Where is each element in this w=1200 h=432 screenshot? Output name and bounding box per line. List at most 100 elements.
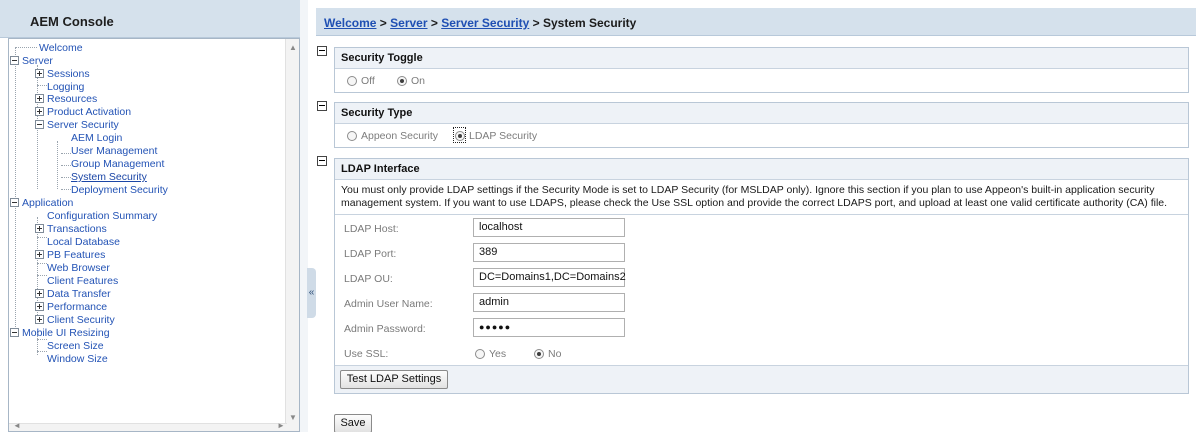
scroll-left-icon[interactable]: ◄ <box>13 421 21 430</box>
tree-connector <box>37 351 47 352</box>
collapse-toggle-icon[interactable] <box>35 120 44 129</box>
expand-toggle-icon[interactable] <box>35 302 44 311</box>
ldap-description: You must only provide LDAP settings if t… <box>335 180 1188 215</box>
breadcrumb-separator: > <box>376 16 391 30</box>
tree-item-welcome[interactable]: Welcome <box>39 42 83 54</box>
breadcrumb-separator: > <box>427 16 442 30</box>
tree-connector <box>15 47 37 48</box>
tree-item-server-security[interactable]: Server Security <box>35 119 119 131</box>
security-toggle-panel: Security Toggle Off On <box>334 47 1189 93</box>
tree-item-resources[interactable]: Resources <box>35 93 97 105</box>
tree-item-logging[interactable]: Logging <box>47 81 84 93</box>
use-ssl-label: Use SSL: <box>344 348 389 360</box>
breadcrumb-welcome-link[interactable]: Welcome <box>324 16 376 30</box>
tree-horizontal-scrollbar[interactable]: ◄ ► <box>9 421 287 431</box>
tree-item-web-browser[interactable]: Web Browser <box>47 262 110 274</box>
tree-vertical-scrollbar[interactable]: ▲ ▼ <box>285 39 299 431</box>
collapse-toggle-icon[interactable] <box>10 56 19 65</box>
panel-title: Security Toggle <box>335 48 1188 69</box>
panel-title: Security Type <box>335 103 1188 124</box>
ssl-no-radio[interactable]: No <box>534 348 561 360</box>
tree-item-transactions[interactable]: Transactions <box>35 223 107 235</box>
tree-item-aem-login[interactable]: AEM Login <box>71 132 122 144</box>
tree-item-deployment-security[interactable]: Deployment Security <box>71 184 168 196</box>
ldap-interface-panel: LDAP Interface You must only provide LDA… <box>334 158 1189 394</box>
expand-toggle-icon[interactable] <box>35 315 44 324</box>
tree-connector <box>57 141 58 189</box>
tree-item-mobile-ui-resizing[interactable]: Mobile UI Resizing <box>10 327 110 339</box>
panel-title: LDAP Interface <box>335 159 1188 180</box>
expand-toggle-icon[interactable] <box>35 94 44 103</box>
tree-item-configuration-summary[interactable]: Configuration Summary <box>47 210 157 222</box>
radio-icon <box>475 349 485 359</box>
tree-connector <box>37 237 47 238</box>
admin-user-input[interactable]: admin <box>473 293 625 312</box>
tree-connector <box>61 189 71 190</box>
expand-toggle-icon[interactable] <box>35 224 44 233</box>
test-ldap-settings-button[interactable]: Test LDAP Settings <box>340 370 448 389</box>
app-title: AEM Console <box>30 14 114 29</box>
breadcrumb-server-link[interactable]: Server <box>390 16 427 30</box>
tree-item-local-database[interactable]: Local Database <box>47 236 120 248</box>
ldap-host-input[interactable]: localhost <box>473 218 625 237</box>
breadcrumb-server-security-link[interactable]: Server Security <box>441 16 529 30</box>
panel-splitter[interactable] <box>300 0 308 432</box>
expand-toggle-icon[interactable] <box>35 289 44 298</box>
radio-icon <box>347 131 357 141</box>
collapse-security-type-icon[interactable] <box>317 101 327 111</box>
tree-item-server[interactable]: Server <box>10 55 53 67</box>
security-on-radio[interactable]: On <box>397 75 425 87</box>
tree-connector <box>61 165 71 166</box>
admin-password-input[interactable]: ●●●●● <box>473 318 625 337</box>
tree-item-user-management[interactable]: User Management <box>71 145 157 157</box>
ldap-security-radio[interactable]: LDAP Security <box>455 130 537 142</box>
expand-toggle-icon[interactable] <box>35 250 44 259</box>
ldap-ou-label: LDAP OU: <box>344 273 393 285</box>
collapse-toggle-icon[interactable] <box>10 328 19 337</box>
tree-item-product-activation[interactable]: Product Activation <box>35 106 131 118</box>
radio-selected-icon <box>397 76 407 86</box>
radio-icon <box>347 76 357 86</box>
radio-selected-icon <box>455 131 465 141</box>
admin-password-label: Admin Password: <box>344 323 426 335</box>
collapse-security-toggle-icon[interactable] <box>317 46 327 56</box>
tree-connector <box>37 275 47 276</box>
tree-item-performance[interactable]: Performance <box>35 301 107 313</box>
save-button[interactable]: Save <box>334 414 372 432</box>
expand-toggle-icon[interactable] <box>35 107 44 116</box>
navigation-panel: AEM Console Welcome Server Sessions Logg… <box>0 0 300 432</box>
collapse-ldap-interface-icon[interactable] <box>317 156 327 166</box>
tree-item-client-security[interactable]: Client Security <box>35 314 115 326</box>
security-off-radio[interactable]: Off <box>347 75 375 87</box>
ldap-port-label: LDAP Port: <box>344 248 397 260</box>
breadcrumb-current: System Security <box>542 16 637 30</box>
tree-item-pb-features[interactable]: PB Features <box>35 249 105 261</box>
expand-toggle-icon[interactable] <box>35 69 44 78</box>
ssl-yes-radio[interactable]: Yes <box>475 348 506 360</box>
tree-connector <box>37 263 47 264</box>
tree-connector <box>37 339 47 340</box>
tree-item-screen-size[interactable]: Screen Size <box>47 340 104 352</box>
security-type-panel: Security Type Appeon Security LDAP Secur… <box>334 102 1189 148</box>
tree-item-client-features[interactable]: Client Features <box>47 275 118 287</box>
nav-tree: Welcome Server Sessions Logging Resource… <box>8 38 300 432</box>
tree-connector <box>15 47 16 327</box>
ldap-ou-input[interactable]: DC=Domains1,DC=Domains2 <box>473 268 626 287</box>
tree-item-group-management[interactable]: Group Management <box>71 158 164 170</box>
radio-selected-icon <box>534 349 544 359</box>
tree-item-system-security[interactable]: System Security <box>71 171 147 183</box>
tree-item-window-size[interactable]: Window Size <box>47 353 108 365</box>
tree-item-data-transfer[interactable]: Data Transfer <box>35 288 111 300</box>
breadcrumb: Welcome > Server > Server Security > Sys… <box>316 8 1196 36</box>
tree-item-application[interactable]: Application <box>10 197 73 209</box>
scroll-down-icon[interactable]: ▼ <box>289 413 297 422</box>
scroll-right-icon[interactable]: ► <box>277 421 285 430</box>
tree-connector <box>61 153 71 154</box>
scroll-up-icon[interactable]: ▲ <box>289 43 297 52</box>
collapse-toggle-icon[interactable] <box>10 198 19 207</box>
breadcrumb-separator: > <box>529 16 543 30</box>
admin-user-label: Admin User Name: <box>344 298 433 310</box>
tree-item-sessions[interactable]: Sessions <box>35 68 90 80</box>
ldap-port-input[interactable]: 389 <box>473 243 625 262</box>
appeon-security-radio[interactable]: Appeon Security <box>347 130 438 142</box>
